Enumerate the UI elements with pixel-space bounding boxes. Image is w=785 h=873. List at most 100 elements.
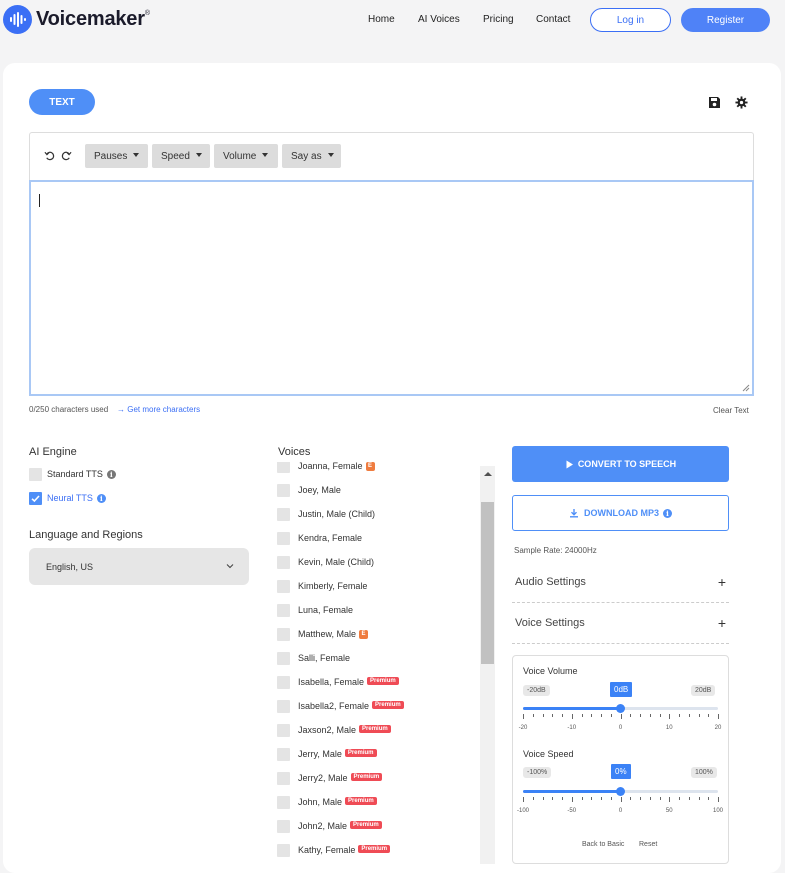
nav-ai-voices[interactable]: AI Voices — [418, 14, 460, 25]
info-icon[interactable]: i — [663, 508, 672, 518]
volume-tick — [649, 714, 651, 717]
voice-checkbox[interactable] — [277, 699, 290, 713]
register-button[interactable]: Register — [681, 8, 770, 32]
text-editor[interactable] — [29, 180, 754, 396]
standard-tts-option[interactable]: Standard TTS i — [47, 469, 116, 479]
scroll-thumb[interactable] — [481, 502, 494, 664]
voice-label: Isabella, Female — [298, 677, 365, 687]
voice-item[interactable]: John, Male Premium — [277, 795, 377, 809]
clear-text-link[interactable]: Clear Text — [713, 406, 749, 415]
speed-tick — [659, 797, 661, 800]
voice-label: Kimberly, Female — [298, 581, 368, 591]
get-more-characters-link[interactable]: → Get more characters — [117, 405, 200, 414]
voices-scrollbar[interactable] — [480, 466, 495, 864]
volume-dropdown[interactable]: Volume — [214, 144, 278, 168]
speed-dropdown[interactable]: Speed — [152, 144, 210, 168]
voice-item[interactable]: Isabella, Female Premium — [277, 675, 399, 689]
neural-tts-option[interactable]: Neural TTS i — [47, 493, 106, 503]
voice-item[interactable]: Jaxson2, Male Premium — [277, 723, 391, 737]
voice-label: Kendra, Female — [298, 533, 363, 543]
voice-checkbox[interactable] — [277, 651, 290, 665]
voice-item[interactable]: Isabella2, Female Premium — [277, 699, 404, 713]
voice-checkbox[interactable] — [277, 747, 290, 761]
convert-to-speech-button[interactable]: CONVERT TO SPEECH — [512, 446, 729, 482]
speed-tick — [708, 797, 710, 800]
speed-slider-fill — [523, 790, 621, 793]
voice-item[interactable]: Jerry2, Male Premium — [277, 771, 383, 785]
download-mp3-button[interactable]: DOWNLOAD MP3 i — [512, 495, 729, 531]
soundwave-logo-icon — [3, 5, 32, 34]
voice-checkbox[interactable] — [277, 507, 290, 521]
volume-tick-label: 20 — [714, 725, 722, 731]
voice-checkbox[interactable] — [277, 579, 290, 593]
nav-home[interactable]: Home — [368, 14, 395, 25]
voice-checkbox[interactable] — [277, 531, 290, 545]
voice-item[interactable]: Matthew, Male E — [277, 627, 369, 641]
volume-tick — [552, 714, 554, 717]
voice-item[interactable]: Jerry, Male Premium — [277, 747, 377, 761]
say-as-dropdown[interactable]: Say as — [282, 144, 341, 168]
speed-tick — [620, 797, 622, 802]
volume-tick — [688, 714, 690, 717]
premium-badge: Premium — [350, 773, 383, 781]
voice-checkbox[interactable] — [277, 819, 290, 833]
voice-settings-accordion[interactable]: Voice Settings + — [512, 604, 729, 644]
text-mode-button[interactable]: TEXT — [29, 89, 95, 115]
speed-min-label: -100% — [523, 767, 552, 778]
scroll-up-arrow-icon[interactable] — [484, 472, 492, 476]
speed-slider-handle[interactable] — [616, 787, 625, 796]
settings-gear-icon[interactable] — [735, 96, 748, 109]
voice-item[interactable]: Justin, Male (Child) — [277, 507, 375, 521]
save-icon[interactable] — [708, 96, 721, 109]
volume-min-label: -20dB — [523, 685, 550, 696]
voice-item[interactable]: Kendra, Female — [277, 531, 362, 545]
voice-item[interactable]: Salli, Female — [277, 651, 350, 665]
voice-item[interactable]: John2, Male Premium — [277, 819, 382, 833]
voice-checkbox[interactable] — [277, 843, 290, 857]
standard-tts-checkbox[interactable] — [29, 468, 42, 481]
language-select[interactable]: English, US — [29, 548, 249, 585]
voice-label: Luna, Female — [298, 605, 354, 615]
voice-item[interactable]: Joey, Male — [277, 483, 341, 497]
volume-tick — [591, 714, 593, 717]
volume-tick — [708, 714, 710, 717]
voice-item[interactable]: Kimberly, Female — [277, 579, 367, 593]
audio-settings-accordion[interactable]: Audio Settings + — [512, 563, 729, 603]
voice-checkbox[interactable] — [277, 771, 290, 785]
plus-icon: + — [717, 574, 726, 590]
voice-item[interactable]: Kathy, Female Premium — [277, 843, 391, 857]
voice-item[interactable]: Joanna, Female E — [277, 462, 375, 473]
nav-contact[interactable]: Contact — [536, 14, 570, 25]
voice-checkbox[interactable] — [277, 723, 290, 737]
voice-item[interactable]: Kevin, Male (Child) — [277, 555, 374, 569]
speed-slider[interactable] — [523, 787, 718, 796]
info-icon[interactable]: i — [96, 493, 106, 503]
voice-checkbox[interactable] — [277, 627, 290, 641]
voice-volume-title: Voice Volume — [523, 666, 578, 676]
speed-tick-label: 0 — [618, 808, 623, 814]
info-icon[interactable]: i — [106, 469, 116, 479]
voice-checkbox[interactable] — [277, 483, 290, 497]
reset-link[interactable]: Reset — [639, 841, 657, 848]
speed-tick — [688, 797, 690, 800]
voice-checkbox[interactable] — [277, 462, 290, 473]
volume-slider-handle[interactable] — [616, 704, 625, 713]
redo-icon[interactable] — [61, 150, 72, 161]
download-icon — [570, 509, 578, 518]
undo-icon[interactable] — [44, 150, 55, 161]
speed-tick — [542, 797, 544, 800]
voice-checkbox[interactable] — [277, 603, 290, 617]
voice-item[interactable]: Luna, Female — [277, 603, 353, 617]
voice-checkbox[interactable] — [277, 555, 290, 569]
login-button[interactable]: Log in — [590, 8, 671, 32]
pauses-dropdown[interactable]: Pauses — [85, 144, 148, 168]
logo[interactable]: Voicemaker® — [3, 5, 150, 34]
resize-grip-icon[interactable] — [742, 384, 750, 392]
voice-checkbox[interactable] — [277, 675, 290, 689]
nav-pricing[interactable]: Pricing — [483, 14, 514, 25]
voice-checkbox[interactable] — [277, 795, 290, 809]
volume-tick-label: -10 — [567, 725, 577, 731]
back-to-basic-link[interactable]: Back to Basic — [582, 841, 624, 848]
volume-slider[interactable] — [523, 704, 718, 713]
neural-tts-checkbox[interactable] — [29, 492, 42, 505]
